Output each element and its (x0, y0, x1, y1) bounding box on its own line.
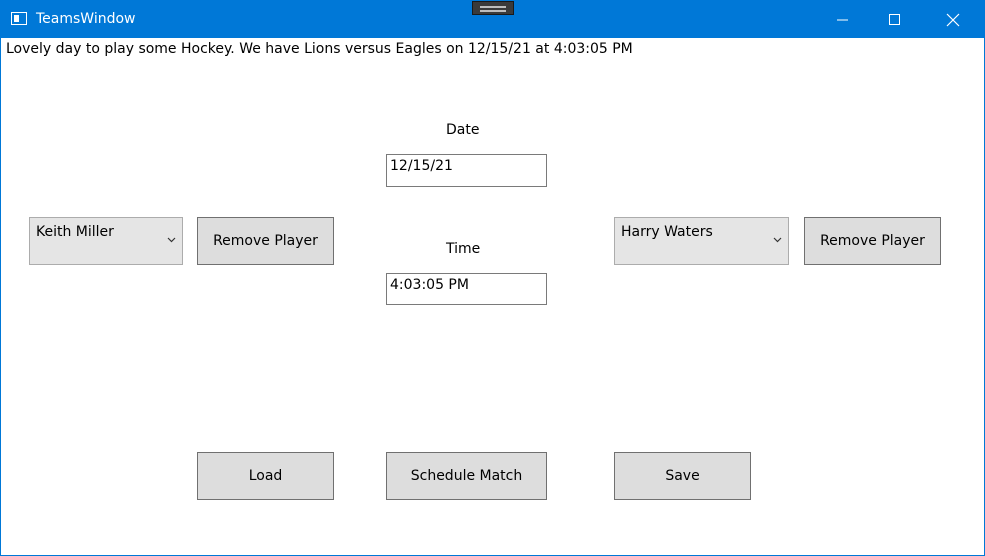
app-icon (11, 12, 27, 25)
window-title: TeamsWindow (36, 11, 136, 27)
schedule-match-button[interactable]: Schedule Match (386, 452, 547, 500)
left-player-selected: Keith Miller (36, 224, 114, 240)
date-field[interactable]: 12/15/21 (386, 154, 547, 187)
match-message: Lovely day to play some Hockey. We have … (6, 41, 633, 57)
right-player-selected: Harry Waters (621, 224, 713, 240)
maximize-icon (889, 14, 900, 25)
right-player-dropdown[interactable]: Harry Waters (614, 217, 789, 265)
close-icon (946, 13, 960, 27)
chevron-down-icon (773, 237, 782, 243)
title-bar[interactable]: TeamsWindow (1, 1, 984, 38)
time-field[interactable]: 4:03:05 PM (386, 273, 547, 305)
chevron-down-icon (167, 237, 176, 243)
minimize-icon (837, 19, 848, 21)
teams-window: TeamsWindow Lovely day to play some Hock… (0, 0, 985, 556)
left-player-dropdown[interactable]: Keith Miller (29, 217, 183, 265)
time-label: Time (446, 241, 481, 257)
drag-grip-icon[interactable] (472, 1, 514, 15)
load-button[interactable]: Load (197, 452, 334, 500)
minimize-button[interactable] (820, 1, 866, 38)
close-button[interactable] (930, 1, 976, 38)
maximize-button[interactable] (872, 1, 918, 38)
left-remove-player-button[interactable]: Remove Player (197, 217, 334, 265)
save-button[interactable]: Save (614, 452, 751, 500)
right-remove-player-button[interactable]: Remove Player (804, 217, 941, 265)
date-label: Date (446, 122, 480, 138)
